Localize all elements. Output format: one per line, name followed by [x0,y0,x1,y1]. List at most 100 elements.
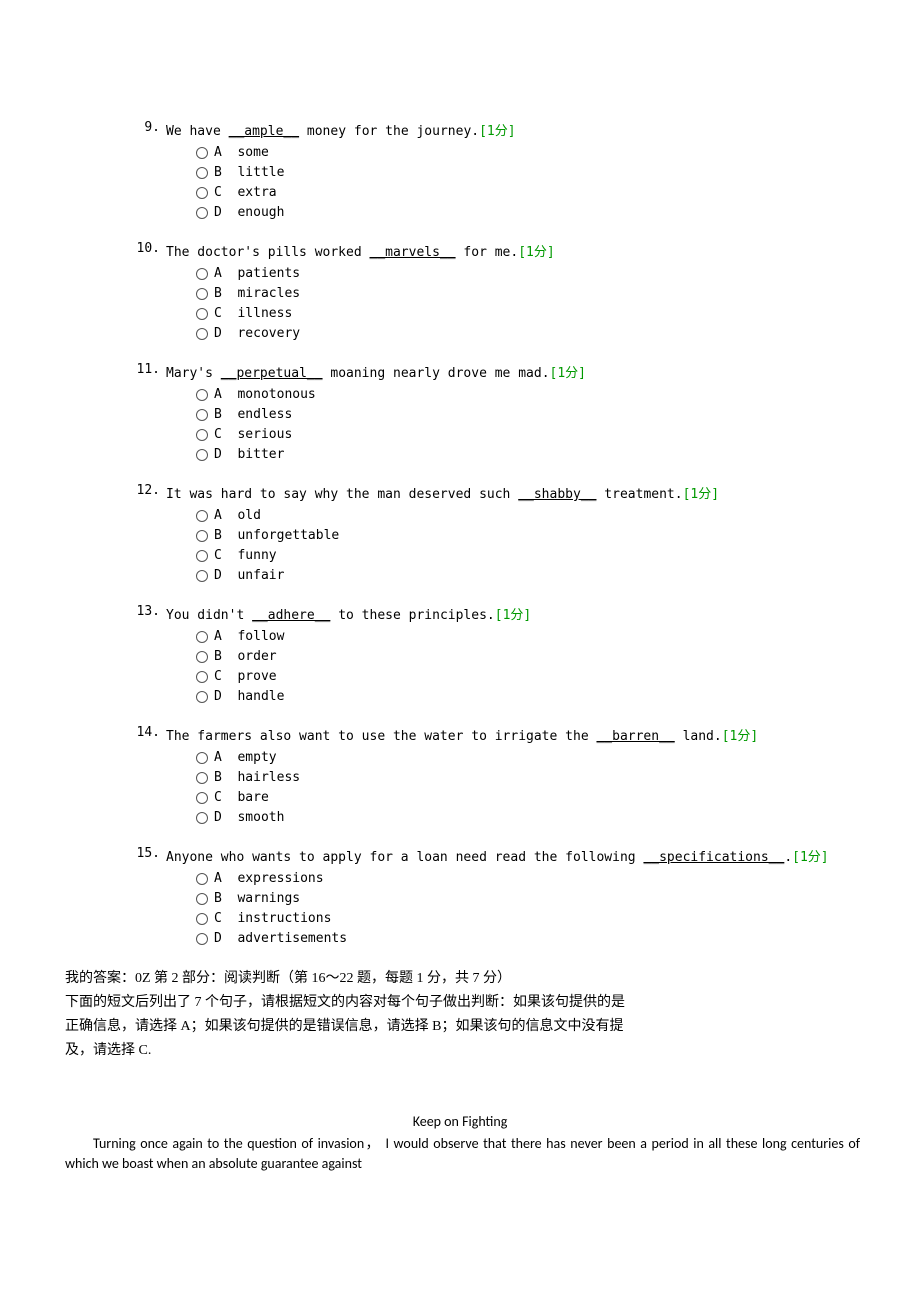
option-row[interactable]: B little [196,163,860,183]
instructions-line-3: 及，请选择 C. [0,1039,920,1063]
radio-icon[interactable] [196,147,208,159]
options-list: A someB littleC extraD enough [120,143,860,223]
question-points: [1分] [792,850,828,865]
option-row[interactable]: A expressions [196,869,860,889]
option-row[interactable]: B miracles [196,284,860,304]
option-label: B unforgettable [214,526,339,546]
radio-icon[interactable] [196,631,208,643]
radio-icon[interactable] [196,550,208,562]
option-row[interactable]: A old [196,506,860,526]
passage-title: Keep on Fighting [0,1113,920,1130]
option-row[interactable]: A some [196,143,860,163]
option-row[interactable]: A patients [196,264,860,284]
radio-icon[interactable] [196,288,208,300]
question-text-before: It was hard to say why the man deserved … [166,487,518,502]
radio-icon[interactable] [196,671,208,683]
question-stem: 12.It was hard to say why the man deserv… [120,483,860,502]
option-row[interactable]: D smooth [196,808,860,828]
question-text: It was hard to say why the man deserved … [166,483,860,502]
radio-icon[interactable] [196,651,208,663]
option-row[interactable]: D unfair [196,566,860,586]
question-text-before: You didn't [166,608,252,623]
radio-icon[interactable] [196,308,208,320]
option-row[interactable]: B unforgettable [196,526,860,546]
question-text: Anyone who wants to apply for a loan nee… [166,846,860,865]
radio-icon[interactable] [196,913,208,925]
radio-icon[interactable] [196,812,208,824]
option-row[interactable]: C bare [196,788,860,808]
question: 10.The doctor's pills worked __marvels__… [120,241,860,344]
radio-icon[interactable] [196,167,208,179]
radio-icon[interactable] [196,570,208,582]
instructions-line-1: 下面的短文后列出了 7 个句子，请根据短文的内容对每个句子做出判断：如果该句提供… [0,991,920,1015]
option-row[interactable]: C serious [196,425,860,445]
option-row[interactable]: C extra [196,183,860,203]
option-label: A expressions [214,869,324,889]
option-label: B order [214,647,277,667]
radio-icon[interactable] [196,933,208,945]
option-row[interactable]: C instructions [196,909,860,929]
option-row[interactable]: C illness [196,304,860,324]
option-label: C serious [214,425,292,445]
radio-icon[interactable] [196,429,208,441]
question-underlined-word: __shabby__ [518,487,596,502]
option-label: A some [214,143,269,163]
radio-icon[interactable] [196,268,208,280]
question-stem: 14.The farmers also want to use the wate… [120,725,860,744]
option-row[interactable]: C prove [196,667,860,687]
option-row[interactable]: A empty [196,748,860,768]
question: 9.We have __ample__ money for the journe… [120,120,860,223]
question-stem: 11.Mary's __perpetual__ moaning nearly d… [120,362,860,381]
option-row[interactable]: D enough [196,203,860,223]
option-label: C prove [214,667,277,687]
option-row[interactable]: B endless [196,405,860,425]
options-list: A followB orderC proveD handle [120,627,860,707]
radio-icon[interactable] [196,530,208,542]
question-text-before: The farmers also want to use the water t… [166,729,596,744]
option-label: D handle [214,687,284,707]
radio-icon[interactable] [196,409,208,421]
option-label: C instructions [214,909,331,929]
option-row[interactable]: A monotonous [196,385,860,405]
option-row[interactable]: D advertisements [196,929,860,949]
radio-icon[interactable] [196,328,208,340]
question-text-after: money for the journey. [299,124,479,139]
radio-icon[interactable] [196,873,208,885]
question-number: 9. [120,120,166,139]
question-underlined-word: __ample__ [229,124,299,139]
option-row[interactable]: D recovery [196,324,860,344]
question-number: 11. [120,362,166,381]
radio-icon[interactable] [196,187,208,199]
question-number: 14. [120,725,166,744]
option-row[interactable]: A follow [196,627,860,647]
radio-icon[interactable] [196,207,208,219]
option-label: B warnings [214,889,300,909]
radio-icon[interactable] [196,893,208,905]
radio-icon[interactable] [196,691,208,703]
radio-icon[interactable] [196,752,208,764]
option-row[interactable]: B hairless [196,768,860,788]
option-label: B endless [214,405,292,425]
radio-icon[interactable] [196,510,208,522]
options-list: A expressionsB warningsC instructionsD a… [120,869,860,949]
option-row[interactable]: B order [196,647,860,667]
question-points: [1分] [495,608,531,623]
question-underlined-word: __specifications__ [643,850,784,865]
option-row[interactable]: D handle [196,687,860,707]
radio-icon[interactable] [196,792,208,804]
radio-icon[interactable] [196,389,208,401]
option-row[interactable]: B warnings [196,889,860,909]
question-stem: 9.We have __ample__ money for the journe… [120,120,860,139]
question-text-before: Anyone who wants to apply for a loan nee… [166,850,643,865]
option-row[interactable]: D bitter [196,445,860,465]
question-points: [1分] [722,729,758,744]
option-row[interactable]: C funny [196,546,860,566]
radio-icon[interactable] [196,772,208,784]
option-label: A empty [214,748,277,768]
question-points: [1分] [518,245,554,260]
question-text: We have __ample__ money for the journey.… [166,120,860,139]
question-stem: 13.You didn't __adhere__ to these princi… [120,604,860,623]
question-text-after: moaning nearly drove me mad. [323,366,550,381]
option-label: C extra [214,183,277,203]
radio-icon[interactable] [196,449,208,461]
